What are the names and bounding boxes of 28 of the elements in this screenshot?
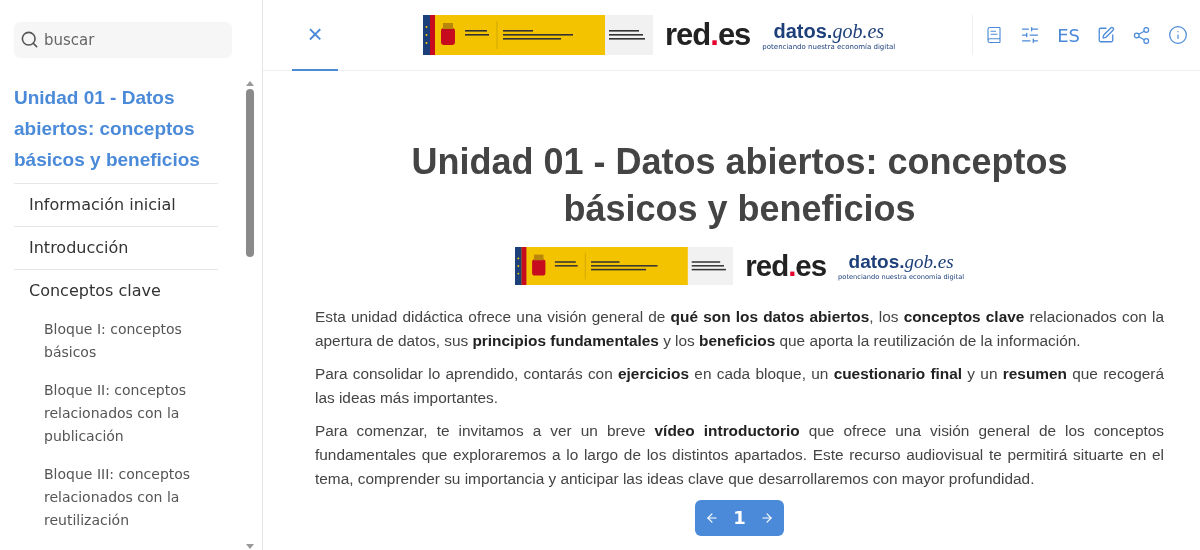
edit-icon[interactable] — [1097, 26, 1115, 44]
toc-subitem[interactable]: Bloque II: conceptos relacionados con la publicación — [14, 373, 218, 457]
share-icon[interactable] — [1132, 25, 1151, 45]
page-number: 1 — [732, 507, 747, 529]
toc-item[interactable]: Conceptos clave — [14, 270, 218, 312]
arrow-right-icon — [759, 510, 774, 525]
info-icon[interactable] — [1168, 25, 1188, 45]
paragraph: Para consolidar lo aprendido, contarás con ejercicios en cada bloque, un cuestionario final y un resumen que recogerá las ideas más importantes. — [315, 363, 1164, 408]
unit-title: Unidad 01 - Datos abiertos: conceptos básicos y beneficios — [410, 140, 1069, 231]
toc-item[interactable]: Introducción — [14, 227, 218, 269]
search-icon — [20, 30, 39, 49]
toc-title[interactable]: Unidad 01 - Datos abiertos: conceptos básicos y beneficios — [14, 82, 218, 184]
book-icon[interactable] — [985, 26, 1004, 44]
paragraph: Esta unidad didáctica ofrece una visión general de qué son los datos abiertos, los conceptos clave relacionados con la apertura de datos, sus principios fundamentales y los beneficios que aporta la reutilización de la información. — [315, 306, 1164, 351]
language-button[interactable]: ES — [1057, 24, 1080, 46]
settings-icon[interactable] — [1020, 25, 1041, 45]
arrow-left-icon — [705, 510, 720, 525]
brand-logo: red.es — [745, 248, 827, 283]
scrollbar-thumb[interactable] — [246, 89, 254, 257]
close-button[interactable]: × — [292, 0, 338, 71]
toc-subitem[interactable]: Bloque III: conceptos relacionados con la reutilización — [14, 457, 218, 541]
scroll-down-icon[interactable] — [245, 543, 255, 550]
toc-subitem[interactable]: Bloque I: conceptos básicos — [14, 312, 218, 373]
paragraph: Para comenzar, te invitamos a ver un breve vídeo introductorio que ofrece una visión general de los conceptos fundamentales que exploraremos a lo largo de los distintos apartados. Este recurso audiovisual te permitirá situarte en el tema, comprender su importancia y anticipar las ideas clave que desarrollaremos con mayor profundidad. — [315, 420, 1164, 489]
brand-logo: red.es — [665, 17, 751, 53]
scroll-up-icon[interactable] — [245, 80, 255, 87]
toc-item[interactable]: Información inicial — [14, 184, 218, 226]
search-field[interactable]: buscar — [14, 22, 232, 58]
